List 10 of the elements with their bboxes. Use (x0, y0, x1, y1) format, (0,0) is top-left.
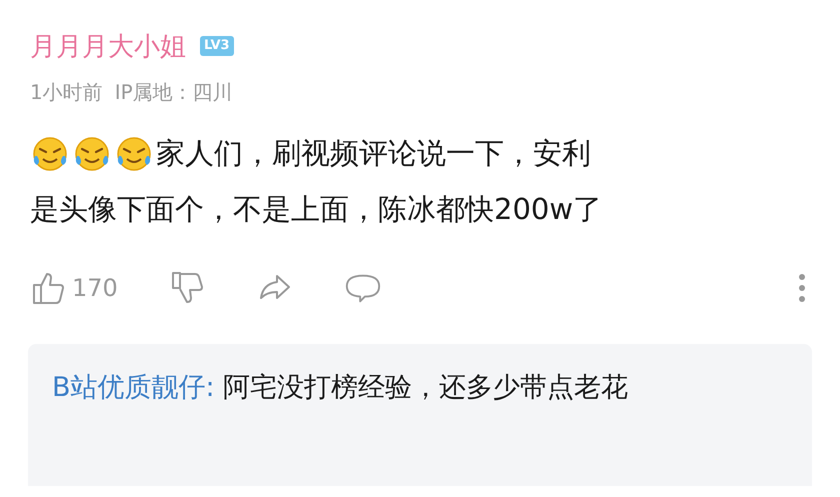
post-time: 1小时前 (30, 78, 103, 106)
reply-author-link[interactable]: B站优质靓仔: (52, 372, 215, 403)
like-count: 170 (72, 274, 118, 302)
comment-text: 是头像下面个，不是上面，陈冰都快200w了 (30, 191, 602, 228)
more-icon[interactable] (798, 273, 806, 303)
reply-text: B站优质靓仔: 阿宅没打榜经验，还多少带点老花 (52, 371, 630, 405)
comment-text: 家人们，刷视频评论说一下，安利 (156, 135, 591, 172)
user-name[interactable]: 月月月大小姐 (30, 28, 186, 64)
level-badge: LV3 (200, 36, 234, 56)
ip-location: IP属地：四川 (114, 78, 233, 106)
